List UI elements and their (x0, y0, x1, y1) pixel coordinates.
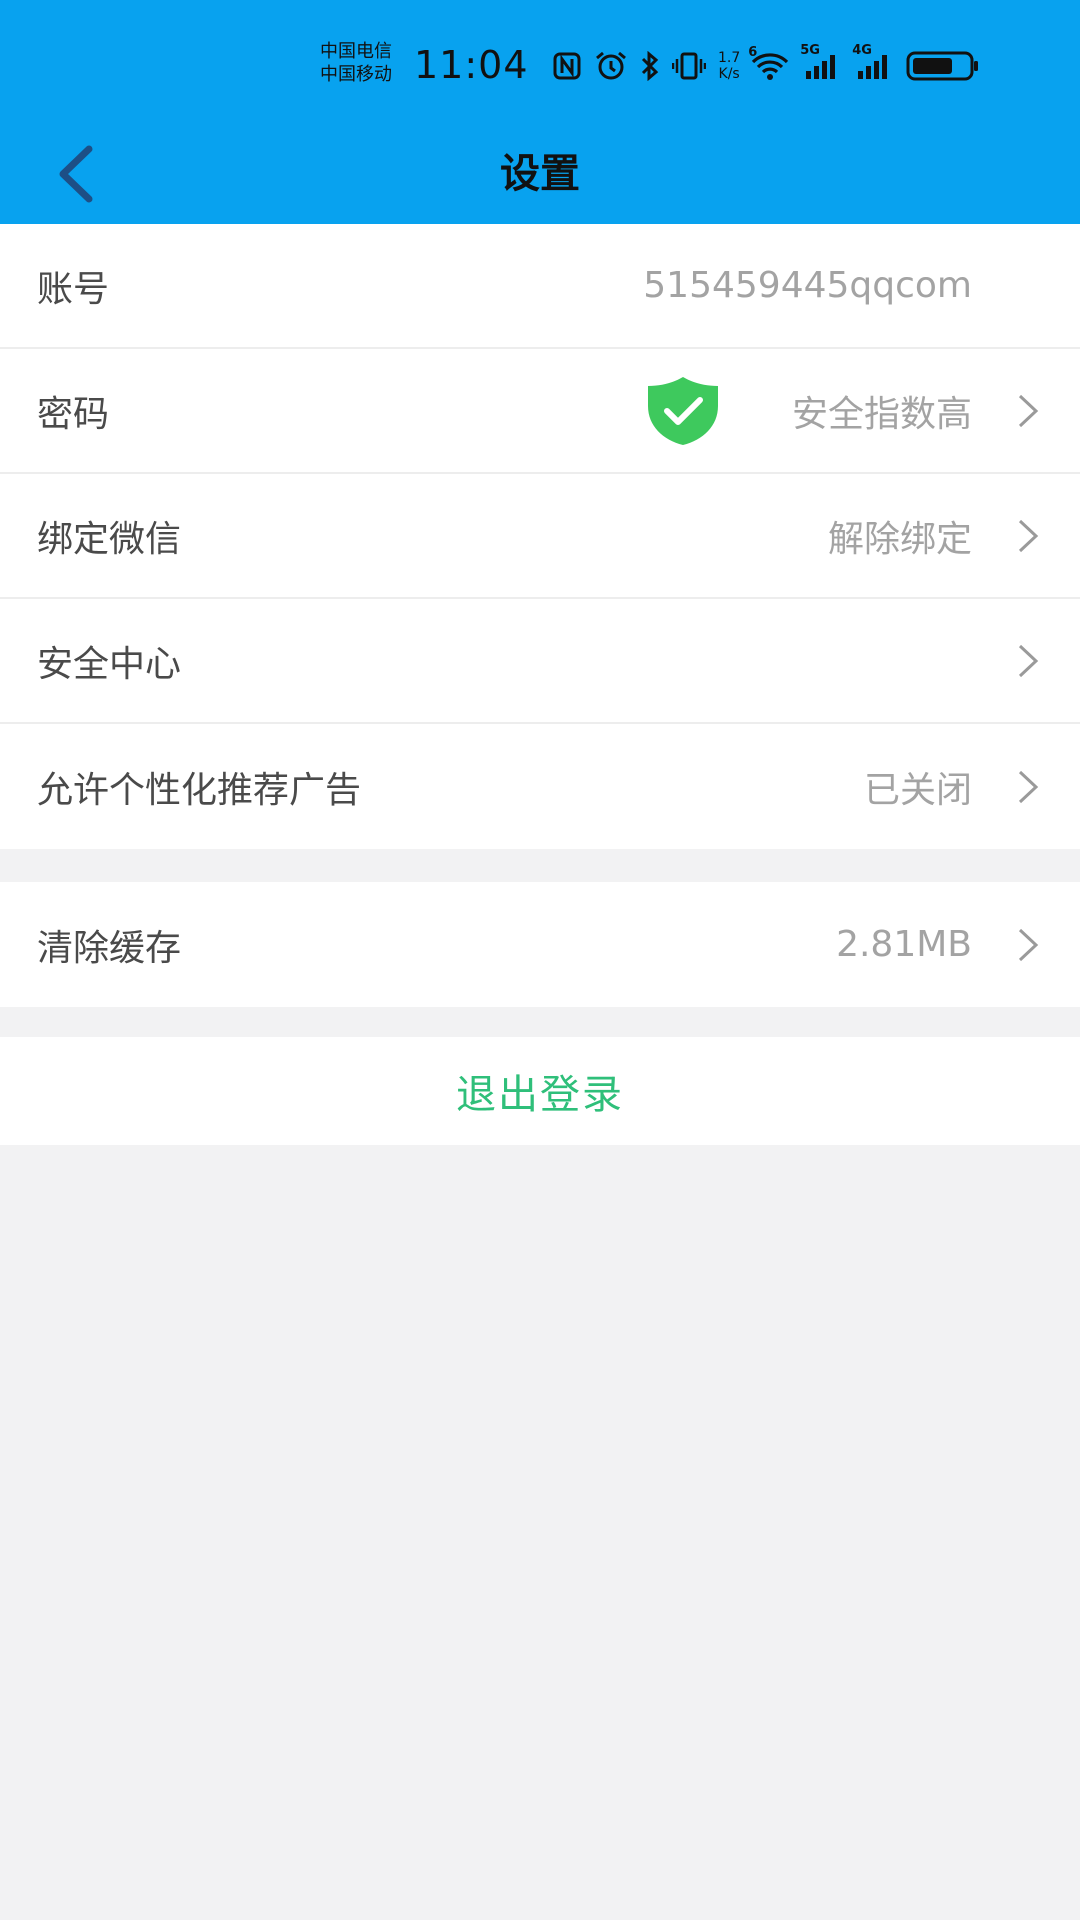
sim2-type: 4G (852, 43, 872, 58)
setting-label: 绑定微信 (37, 518, 182, 560)
bluetooth-icon (640, 51, 660, 81)
nav-bar: 设置 (0, 130, 1080, 224)
carrier-names: 中国电信 中国移动 (320, 40, 392, 86)
wifi-icon: 6 (748, 45, 790, 81)
shield-check-icon (648, 376, 718, 445)
status-bar: 中国电信 中国移动 11:04 1.7 K/s 6 5G 4G (0, 0, 1080, 130)
setting-row-wechat[interactable]: 绑定微信 解除绑定 (0, 474, 1080, 599)
vibrate-icon (672, 51, 706, 81)
setting-row-personalized-ads[interactable]: 允许个性化推荐广告 已关闭 (0, 724, 1080, 849)
setting-row-security-center[interactable]: 安全中心 (0, 599, 1080, 724)
setting-row-password[interactable]: 密码 安全指数高 (0, 349, 1080, 474)
setting-value: 已关闭 (863, 769, 972, 811)
setting-value: 2.81MB (836, 924, 972, 965)
setting-label: 安全中心 (37, 643, 182, 685)
page-title: 设置 (500, 151, 580, 197)
wifi-badge: 6 (748, 45, 758, 60)
logout-label: 退出登录 (456, 1072, 624, 1118)
nfc-icon (552, 51, 582, 81)
net-speed-value: 1.7 (718, 50, 741, 66)
setting-label: 账号 (37, 268, 110, 310)
chevron-right-icon (1018, 519, 1039, 552)
chevron-right-icon (1018, 928, 1039, 961)
setting-label: 允许个性化推荐广告 (37, 769, 362, 811)
settings-list-main: 账号 515459445qqcom 密码 安全指数高 绑定微信 解除绑定 安全中… (0, 224, 1080, 849)
net-speed: 1.7 K/s (718, 50, 740, 82)
alarm-icon (594, 50, 628, 82)
net-speed-unit: K/s (718, 66, 740, 82)
sim1-type: 5G (800, 43, 820, 58)
chevron-right-icon (1018, 644, 1039, 677)
chevron-right-icon (1018, 394, 1039, 427)
signal-icon-sim1: 5G (800, 43, 842, 81)
battery-icon (906, 50, 980, 82)
setting-row-clear-cache[interactable]: 清除缓存 2.81MB (0, 882, 1080, 1007)
setting-label: 密码 (37, 393, 110, 435)
signal-icon-sim2: 4G (852, 43, 894, 81)
chevron-right-icon (1018, 770, 1039, 803)
settings-list-cache: 清除缓存 2.81MB (0, 882, 1080, 1007)
setting-value: 解除绑定 (827, 518, 972, 560)
status-time: 11:04 (414, 43, 529, 87)
app-header: 中国电信 中国移动 11:04 1.7 K/s 6 5G 4G 设置 (0, 0, 1080, 224)
carrier-1: 中国电信 (320, 41, 392, 62)
status-icons: 1.7 K/s 6 5G 4G (552, 43, 992, 88)
setting-value: 安全指数高 (791, 393, 972, 435)
logout-button[interactable]: 退出登录 (0, 1037, 1080, 1145)
setting-label: 清除缓存 (37, 927, 182, 969)
setting-row-account[interactable]: 账号 515459445qqcom (0, 224, 1080, 349)
setting-value: 515459445qqcom (643, 265, 972, 306)
carrier-2: 中国移动 (320, 64, 392, 85)
